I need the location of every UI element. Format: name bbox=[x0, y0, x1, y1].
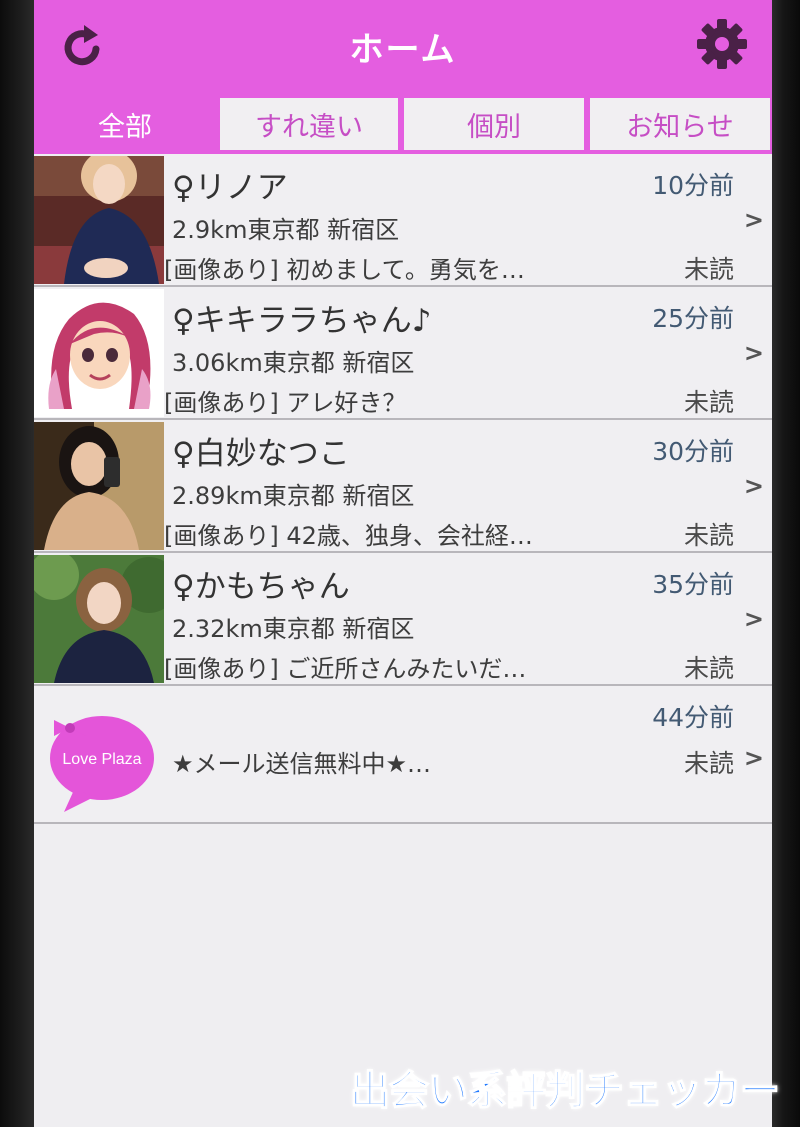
chevron-right-icon: > bbox=[743, 605, 764, 633]
unread-status: 未読 bbox=[683, 749, 734, 778]
sender-location: 3.06km東京都 新宿区 bbox=[172, 349, 415, 377]
tab-passing[interactable]: すれ違い bbox=[218, 96, 400, 152]
avatar bbox=[34, 289, 164, 417]
message-time: 44分前 bbox=[652, 703, 734, 732]
sender-name: ♀かもちゃん bbox=[172, 569, 350, 605]
unread-status: 未読 bbox=[683, 654, 734, 683]
chevron-right-icon: > bbox=[743, 339, 764, 367]
sender-location: 2.32km東京都 新宿区 bbox=[172, 615, 415, 643]
chevron-right-icon: > bbox=[743, 206, 764, 234]
tab-notices[interactable]: お知らせ bbox=[588, 96, 772, 152]
sender-location: 2.89km東京都 新宿区 bbox=[172, 482, 415, 510]
message-row[interactable]: ♀リノア 10分前 2.9km東京都 新宿区 [画像あり] 初めまして。勇気を…… bbox=[34, 154, 772, 287]
unread-status: 未読 bbox=[683, 388, 734, 417]
tab-all[interactable]: 全部 bbox=[34, 96, 216, 152]
chevron-right-icon: > bbox=[743, 744, 764, 772]
sender-name: ♀白妙なつこ bbox=[172, 436, 350, 472]
avatar bbox=[34, 156, 164, 284]
love-plaza-logo: Love Plaza bbox=[34, 690, 164, 818]
sender-name: ♀リノア bbox=[172, 170, 288, 206]
message-row[interactable]: ♀白妙なつこ 30分前 2.89km東京都 新宿区 [画像あり] 42歳、独身、… bbox=[34, 420, 772, 553]
avatar bbox=[34, 555, 164, 683]
unread-status: 未読 bbox=[683, 255, 734, 284]
message-preview: [画像あり] 初めまして。勇気を… bbox=[164, 256, 525, 284]
page-title: ホーム bbox=[349, 30, 457, 70]
message-preview: [画像あり] アレ好き？ bbox=[164, 389, 407, 417]
message-list: ♀リノア 10分前 2.9km東京都 新宿区 [画像あり] 初めまして。勇気を…… bbox=[34, 154, 772, 686]
sender-location: 2.9km東京都 新宿区 bbox=[172, 216, 400, 244]
chevron-right-icon: > bbox=[743, 472, 764, 500]
message-row[interactable]: ♀キキララちゃん♪ 25分前 3.06km東京都 新宿区 [画像あり] アレ好き… bbox=[34, 287, 772, 420]
phone-bezel-right bbox=[772, 0, 800, 1127]
tab-individual[interactable]: 個別 bbox=[402, 96, 586, 152]
sender-name: ♀キキララちゃん♪ bbox=[172, 303, 432, 339]
notice-row[interactable]: Love Plaza 44分前 ★メール送信無料中★… 未読 > bbox=[34, 686, 772, 824]
message-time: 30分前 bbox=[652, 437, 734, 466]
message-time: 25分前 bbox=[652, 304, 734, 333]
app-screen: ホーム 全部 すれ違い 個別 お知らせ ♀リノア 10分前 2.9km東京都 新… bbox=[34, 0, 772, 1127]
message-row[interactable]: ♀かもちゃん 35分前 2.32km東京都 新宿区 [画像あり] ご近所さんみた… bbox=[34, 553, 772, 686]
logo-text: Love Plaza bbox=[62, 751, 141, 768]
message-preview: [画像あり] 42歳、独身、会社経… bbox=[164, 522, 533, 550]
phone-bezel-left bbox=[0, 0, 34, 1127]
gear-icon[interactable] bbox=[694, 16, 750, 72]
message-preview: [画像あり] ご近所さんみたいだ… bbox=[164, 655, 527, 683]
message-preview: ★メール送信無料中★… bbox=[172, 750, 432, 778]
watermark: 出会い系評判チェッカー bbox=[349, 1067, 781, 1115]
app-header: ホーム bbox=[34, 0, 772, 96]
unread-status: 未読 bbox=[683, 521, 734, 550]
avatar bbox=[34, 422, 164, 550]
tab-bar: 全部 すれ違い 個別 お知らせ bbox=[34, 96, 772, 154]
message-time: 35分前 bbox=[652, 570, 734, 599]
message-time: 10分前 bbox=[652, 171, 734, 200]
